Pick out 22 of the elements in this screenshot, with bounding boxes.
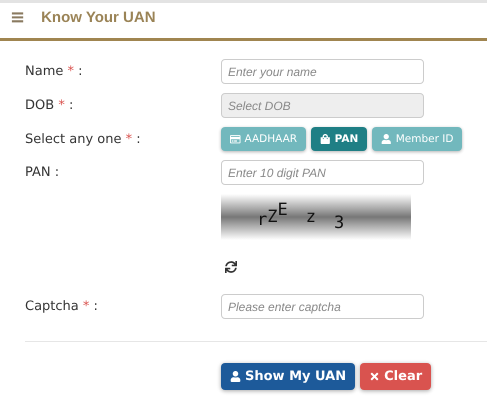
option-button[interactable]: AADHAAR (221, 127, 306, 151)
page-title: Know Your UAN (41, 9, 156, 26)
card-icon (230, 134, 240, 144)
field-label: Name * : (25, 64, 84, 79)
input-field[interactable]: Enter your name (221, 59, 424, 84)
field-label: DOB * : (25, 98, 74, 113)
clear-button[interactable]: Clear (360, 363, 432, 390)
close-icon (369, 371, 380, 382)
field-label: Captcha * : (25, 299, 99, 314)
bag-icon (320, 134, 331, 144)
field-label: PAN : (25, 165, 60, 180)
input-field[interactable]: Please enter captcha (221, 294, 424, 319)
refresh-icon[interactable] (225, 261, 237, 273)
field-label: Select any one * : (25, 132, 142, 146)
user-icon (381, 134, 392, 144)
menu-icon[interactable]: ≡ (10, 7, 26, 28)
option-button[interactable]: Member ID (372, 127, 462, 151)
option-button[interactable]: PAN (311, 127, 368, 151)
user-icon (230, 371, 241, 382)
input-field[interactable]: Enter 10 digit PAN (221, 160, 424, 185)
captcha-image: rZE z 3 (221, 194, 411, 240)
submit-button[interactable]: Show My UAN (221, 363, 356, 390)
